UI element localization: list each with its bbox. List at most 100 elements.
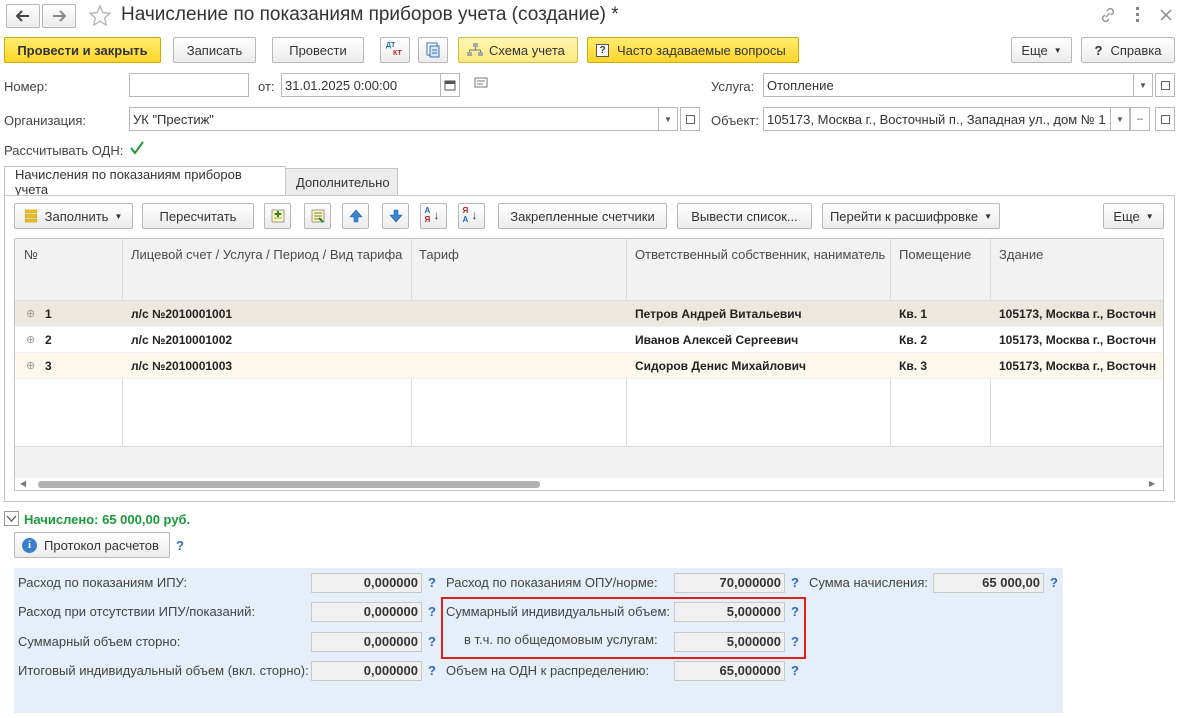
favorite-star-icon[interactable] bbox=[88, 4, 112, 28]
accrual-sum-help-icon[interactable]: ? bbox=[1050, 575, 1058, 590]
save-button[interactable]: Записать bbox=[173, 37, 256, 63]
fill-button[interactable]: Заполнить ▼ bbox=[14, 203, 133, 229]
row-building: 105173, Москва г., Восточн bbox=[999, 333, 1157, 347]
organization-dropdown-button[interactable]: ▼ bbox=[658, 107, 678, 131]
arrow-up-icon bbox=[348, 209, 363, 223]
service-dropdown-button[interactable]: ▼ bbox=[1133, 73, 1153, 97]
ipu-consumption-help-icon[interactable]: ? bbox=[428, 575, 436, 590]
scroll-right-icon[interactable]: ▶ bbox=[1149, 479, 1155, 488]
col-header-room[interactable]: Помещение bbox=[899, 247, 989, 262]
help-button[interactable]: ? Справка bbox=[1081, 37, 1175, 63]
ipu-consumption-value: 0,000000 bbox=[311, 573, 422, 593]
object-field[interactable]: 105173, Москва г., Восточный п., Западна… bbox=[763, 107, 1111, 131]
protocol-help-icon[interactable]: ? bbox=[176, 538, 184, 553]
back-button[interactable] bbox=[6, 4, 40, 28]
comment-icon[interactable] bbox=[474, 77, 488, 89]
col-header-account[interactable]: Лицевой счет / Услуга / Период / Вид тар… bbox=[131, 247, 411, 262]
list-settings-button[interactable] bbox=[304, 203, 331, 229]
tab-accruals[interactable]: Начисления по показаниям приборов учета bbox=[4, 166, 286, 197]
col-header-owner[interactable]: Ответственный собственник, наниматель bbox=[635, 247, 890, 262]
more-button[interactable]: Еще ▼ bbox=[1011, 37, 1072, 63]
storno-volume-value: 0,000000 bbox=[311, 632, 422, 652]
row-building: 105173, Москва г., Восточн bbox=[999, 359, 1157, 373]
row-room: Кв. 3 bbox=[899, 359, 928, 373]
forward-button[interactable] bbox=[42, 4, 76, 28]
calc-odn-checkbox[interactable] bbox=[129, 140, 145, 156]
sort-desc-button[interactable]: Я А ↓ bbox=[458, 203, 485, 229]
more-label: Еще bbox=[1021, 42, 1048, 58]
link-icon[interactable] bbox=[1099, 6, 1117, 24]
pinned-meters-button[interactable]: Закрепленные счетчики bbox=[498, 203, 667, 229]
odn-distribution-label: Объем на ОДН к распределению: bbox=[446, 663, 650, 678]
row-room: Кв. 1 bbox=[899, 307, 928, 321]
expand-plus-icon[interactable]: ⊕ bbox=[26, 307, 35, 320]
number-field[interactable] bbox=[129, 73, 249, 97]
collapse-toggle-icon[interactable] bbox=[4, 511, 19, 526]
sort-asc-button[interactable]: А Я ↓ bbox=[420, 203, 447, 229]
horizontal-scrollbar[interactable]: ◀ ▶ bbox=[15, 478, 1163, 490]
service-open-button[interactable] bbox=[1155, 73, 1175, 97]
scrollbar-thumb[interactable] bbox=[38, 481, 540, 488]
expand-plus-icon[interactable]: ⊕ bbox=[26, 333, 35, 346]
row-account: л/с №2010001002 bbox=[131, 333, 233, 347]
storno-volume-help-icon[interactable]: ? bbox=[428, 634, 436, 649]
service-label: Услуга: bbox=[711, 79, 755, 94]
scheme-label: Схема учета bbox=[489, 42, 565, 58]
dropdown-arrow-icon: ▼ bbox=[984, 211, 993, 221]
dropdown-arrow-icon: ▼ bbox=[1116, 114, 1124, 124]
dt-kt-button[interactable]: ДТ КТ bbox=[380, 37, 410, 63]
scheme-button[interactable]: Схема учета bbox=[458, 37, 578, 63]
go-to-decode-button[interactable]: Перейти к расшифровке ▼ bbox=[822, 203, 1000, 229]
total-individual-volume-help-icon[interactable]: ? bbox=[428, 663, 436, 678]
organization-field[interactable]: УК "Престиж" bbox=[129, 107, 659, 131]
scroll-left-icon[interactable]: ◀ bbox=[20, 479, 26, 488]
calendar-button[interactable] bbox=[440, 73, 460, 97]
dropdown-arrow-icon: ▼ bbox=[1145, 211, 1154, 221]
arrow-right-icon bbox=[53, 10, 66, 22]
protocol-label: Протокол расчетов bbox=[44, 537, 159, 553]
opu-consumption-label: Расход по показаниям ОПУ/норме: bbox=[446, 575, 658, 590]
object-label: Объект: bbox=[711, 113, 759, 128]
sort-za-icon: Я А ↓ bbox=[462, 206, 478, 224]
faq-label: Часто задаваемые вопросы bbox=[617, 42, 786, 58]
row-account: л/с №2010001001 bbox=[131, 307, 233, 321]
col-header-num[interactable]: № bbox=[24, 247, 114, 262]
close-icon[interactable] bbox=[1160, 9, 1172, 21]
recalc-button[interactable]: Пересчитать bbox=[142, 203, 254, 229]
date-field[interactable]: 31.01.2025 0:00:00 bbox=[281, 73, 441, 97]
move-up-button[interactable] bbox=[342, 203, 369, 229]
structure-button[interactable] bbox=[418, 37, 448, 63]
post-and-close-button[interactable]: Провести и закрыть bbox=[4, 37, 161, 63]
organization-open-button[interactable] bbox=[680, 107, 700, 131]
object-dropdown-button[interactable]: ▼ bbox=[1110, 107, 1130, 131]
col-header-building[interactable]: Здание bbox=[999, 247, 1159, 262]
table-row[interactable]: ⊕ 1 л/с №2010001001 Петров Андрей Виталь… bbox=[15, 301, 1163, 327]
service-field[interactable]: Отопление bbox=[763, 73, 1134, 97]
protocol-button[interactable]: i Протокол расчетов bbox=[14, 532, 170, 558]
object-open-button[interactable] bbox=[1155, 107, 1175, 131]
post-button[interactable]: Провести bbox=[272, 37, 364, 63]
organization-label: Организация: bbox=[4, 113, 87, 128]
output-list-button[interactable]: Вывести список... bbox=[677, 203, 812, 229]
row-num: 1 bbox=[45, 307, 52, 321]
kebab-menu-icon[interactable] bbox=[1136, 7, 1140, 23]
table-row[interactable]: ⊕ 2 л/с №2010001002 Иванов Алексей Серге… bbox=[15, 327, 1163, 353]
odn-distribution-help-icon[interactable]: ? bbox=[791, 663, 799, 678]
col-header-tariff[interactable]: Тариф bbox=[419, 247, 619, 262]
expand-plus-icon[interactable]: ⊕ bbox=[26, 359, 35, 372]
faq-button[interactable]: ? Часто задаваемые вопросы bbox=[587, 37, 799, 63]
accruals-table[interactable]: № Лицевой счет / Услуга / Период / Вид т… bbox=[14, 238, 1164, 491]
tab-more-button[interactable]: Еще ▼ bbox=[1103, 203, 1164, 229]
sum-individual-volume-value: 5,000000 bbox=[674, 602, 785, 622]
tab-more-label: Еще bbox=[1113, 208, 1140, 224]
calc-odn-label: Рассчитывать ОДН: bbox=[4, 143, 124, 158]
add-group-button[interactable] bbox=[264, 203, 291, 229]
no-ipu-consumption-help-icon[interactable]: ? bbox=[428, 604, 436, 619]
opu-consumption-help-icon[interactable]: ? bbox=[791, 575, 799, 590]
move-down-button[interactable] bbox=[382, 203, 409, 229]
object-clear-button[interactable]: – bbox=[1130, 107, 1150, 131]
common-services-help-icon[interactable]: ? bbox=[791, 634, 799, 649]
sum-individual-volume-help-icon[interactable]: ? bbox=[791, 604, 799, 619]
tab-additional[interactable]: Дополнительно bbox=[285, 168, 398, 196]
table-row[interactable]: ⊕ 3 л/с №2010001003 Сидоров Денис Михайл… bbox=[15, 353, 1163, 379]
